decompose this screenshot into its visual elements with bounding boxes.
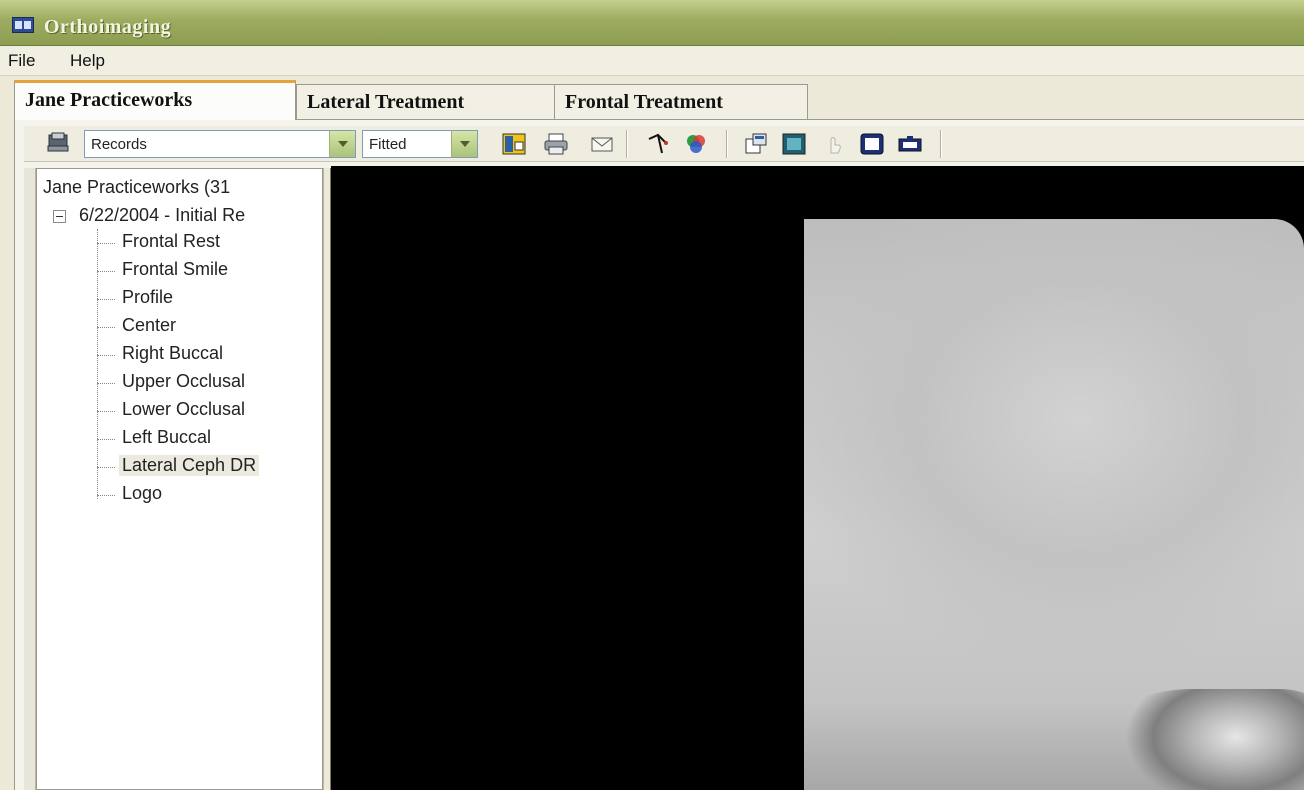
tree-connector: [97, 271, 115, 272]
tree-item-label: Upper Occlusal: [122, 371, 246, 391]
toolbar-separator: [626, 130, 628, 158]
tree-item-label: Lower Occlusal: [122, 399, 246, 419]
layout-icon[interactable]: [502, 133, 526, 155]
tree-item-label: Frontal Rest: [122, 231, 221, 251]
tree-item-frontal-smile[interactable]: Frontal Smile: [97, 259, 317, 283]
tree-connector: [97, 299, 115, 300]
tree-item-label: Logo: [122, 483, 163, 503]
tree-connector: [97, 383, 115, 384]
tree-item-left-buccal[interactable]: Left Buccal: [97, 427, 317, 451]
colors-icon[interactable]: [684, 133, 708, 155]
tree-item-label: Frontal Smile: [122, 259, 229, 279]
tree-connector: [97, 467, 115, 468]
tree-item-label: Profile: [122, 287, 174, 307]
left-panel-border: [24, 168, 36, 790]
collapse-icon[interactable]: [53, 210, 66, 223]
tree-item-label: Lateral Ceph DR: [119, 455, 260, 476]
tree-date-node[interactable]: 6/22/2004 - Initial Re: [79, 205, 245, 226]
tree-item-right-buccal[interactable]: Right Buccal: [97, 343, 317, 367]
tree-item-logo[interactable]: Logo: [97, 483, 317, 507]
tab-frontal-treatment[interactable]: Frontal Treatment: [554, 84, 808, 120]
panel-splitter[interactable]: [323, 168, 331, 790]
tree-item-frontal-rest[interactable]: Frontal Rest: [97, 231, 317, 255]
tree-item-upper-occlusal[interactable]: Upper Occlusal: [97, 371, 317, 395]
tree-connector: [97, 327, 115, 328]
menu-file[interactable]: File: [8, 51, 35, 71]
properties-icon[interactable]: [744, 133, 768, 155]
touch-icon[interactable]: [822, 133, 846, 155]
window-title: Orthoimaging: [44, 16, 172, 38]
xray-image: [804, 219, 1304, 790]
tree-connector: [97, 243, 115, 244]
tab-jane-practiceworks[interactable]: Jane Practiceworks: [14, 80, 296, 120]
tab-lateral-treatment[interactable]: Lateral Treatment: [296, 84, 556, 120]
tree-item-lateral-ceph-dr[interactable]: Lateral Ceph DR: [97, 455, 317, 479]
zoom-dropdown[interactable]: Fitted: [362, 130, 478, 158]
tree-item-lower-occlusal[interactable]: Lower Occlusal: [97, 399, 317, 423]
image-icon[interactable]: [782, 133, 806, 155]
toolbar-separator: [726, 130, 728, 158]
email-icon[interactable]: [590, 133, 614, 155]
tab-strip: Jane Practiceworks Lateral Treatment Fro…: [14, 80, 1304, 120]
tree-connector: [97, 495, 115, 496]
tree-item-label: Right Buccal: [122, 343, 224, 363]
records-icon[interactable]: [46, 131, 70, 153]
screen-icon[interactable]: [860, 133, 884, 155]
app-icon: [12, 17, 34, 33]
records-dropdown[interactable]: Records: [84, 130, 356, 158]
image-viewer[interactable]: [331, 166, 1304, 790]
tree-connector: [97, 411, 115, 412]
tree-patient-node[interactable]: Jane Practiceworks (31: [43, 177, 230, 198]
chevron-down-icon[interactable]: [451, 131, 477, 157]
menu-bar: File Help: [0, 46, 1304, 76]
records-tree[interactable]: Jane Practiceworks (31 6/22/2004 - Initi…: [36, 168, 323, 790]
tree-item-profile[interactable]: Profile: [97, 287, 317, 311]
tree-connector: [97, 439, 115, 440]
print-icon[interactable]: [544, 133, 568, 155]
toolbar-separator: [940, 130, 942, 158]
tree-connector: [97, 355, 115, 356]
mailbox-icon[interactable]: [898, 133, 922, 155]
records-dropdown-value: Records: [91, 136, 147, 153]
tree-item-center[interactable]: Center: [97, 315, 317, 339]
tree-item-label: Left Buccal: [122, 427, 212, 447]
zoom-dropdown-value: Fitted: [369, 136, 407, 153]
toolbar: Records Fitted: [24, 126, 1304, 162]
xray-bone-structure: [1104, 689, 1304, 790]
tree-item-label: Center: [122, 315, 177, 335]
menu-help[interactable]: Help: [70, 51, 105, 71]
title-bar: Orthoimaging: [0, 0, 1304, 46]
measure-icon[interactable]: [646, 133, 670, 155]
chevron-down-icon[interactable]: [329, 131, 355, 157]
